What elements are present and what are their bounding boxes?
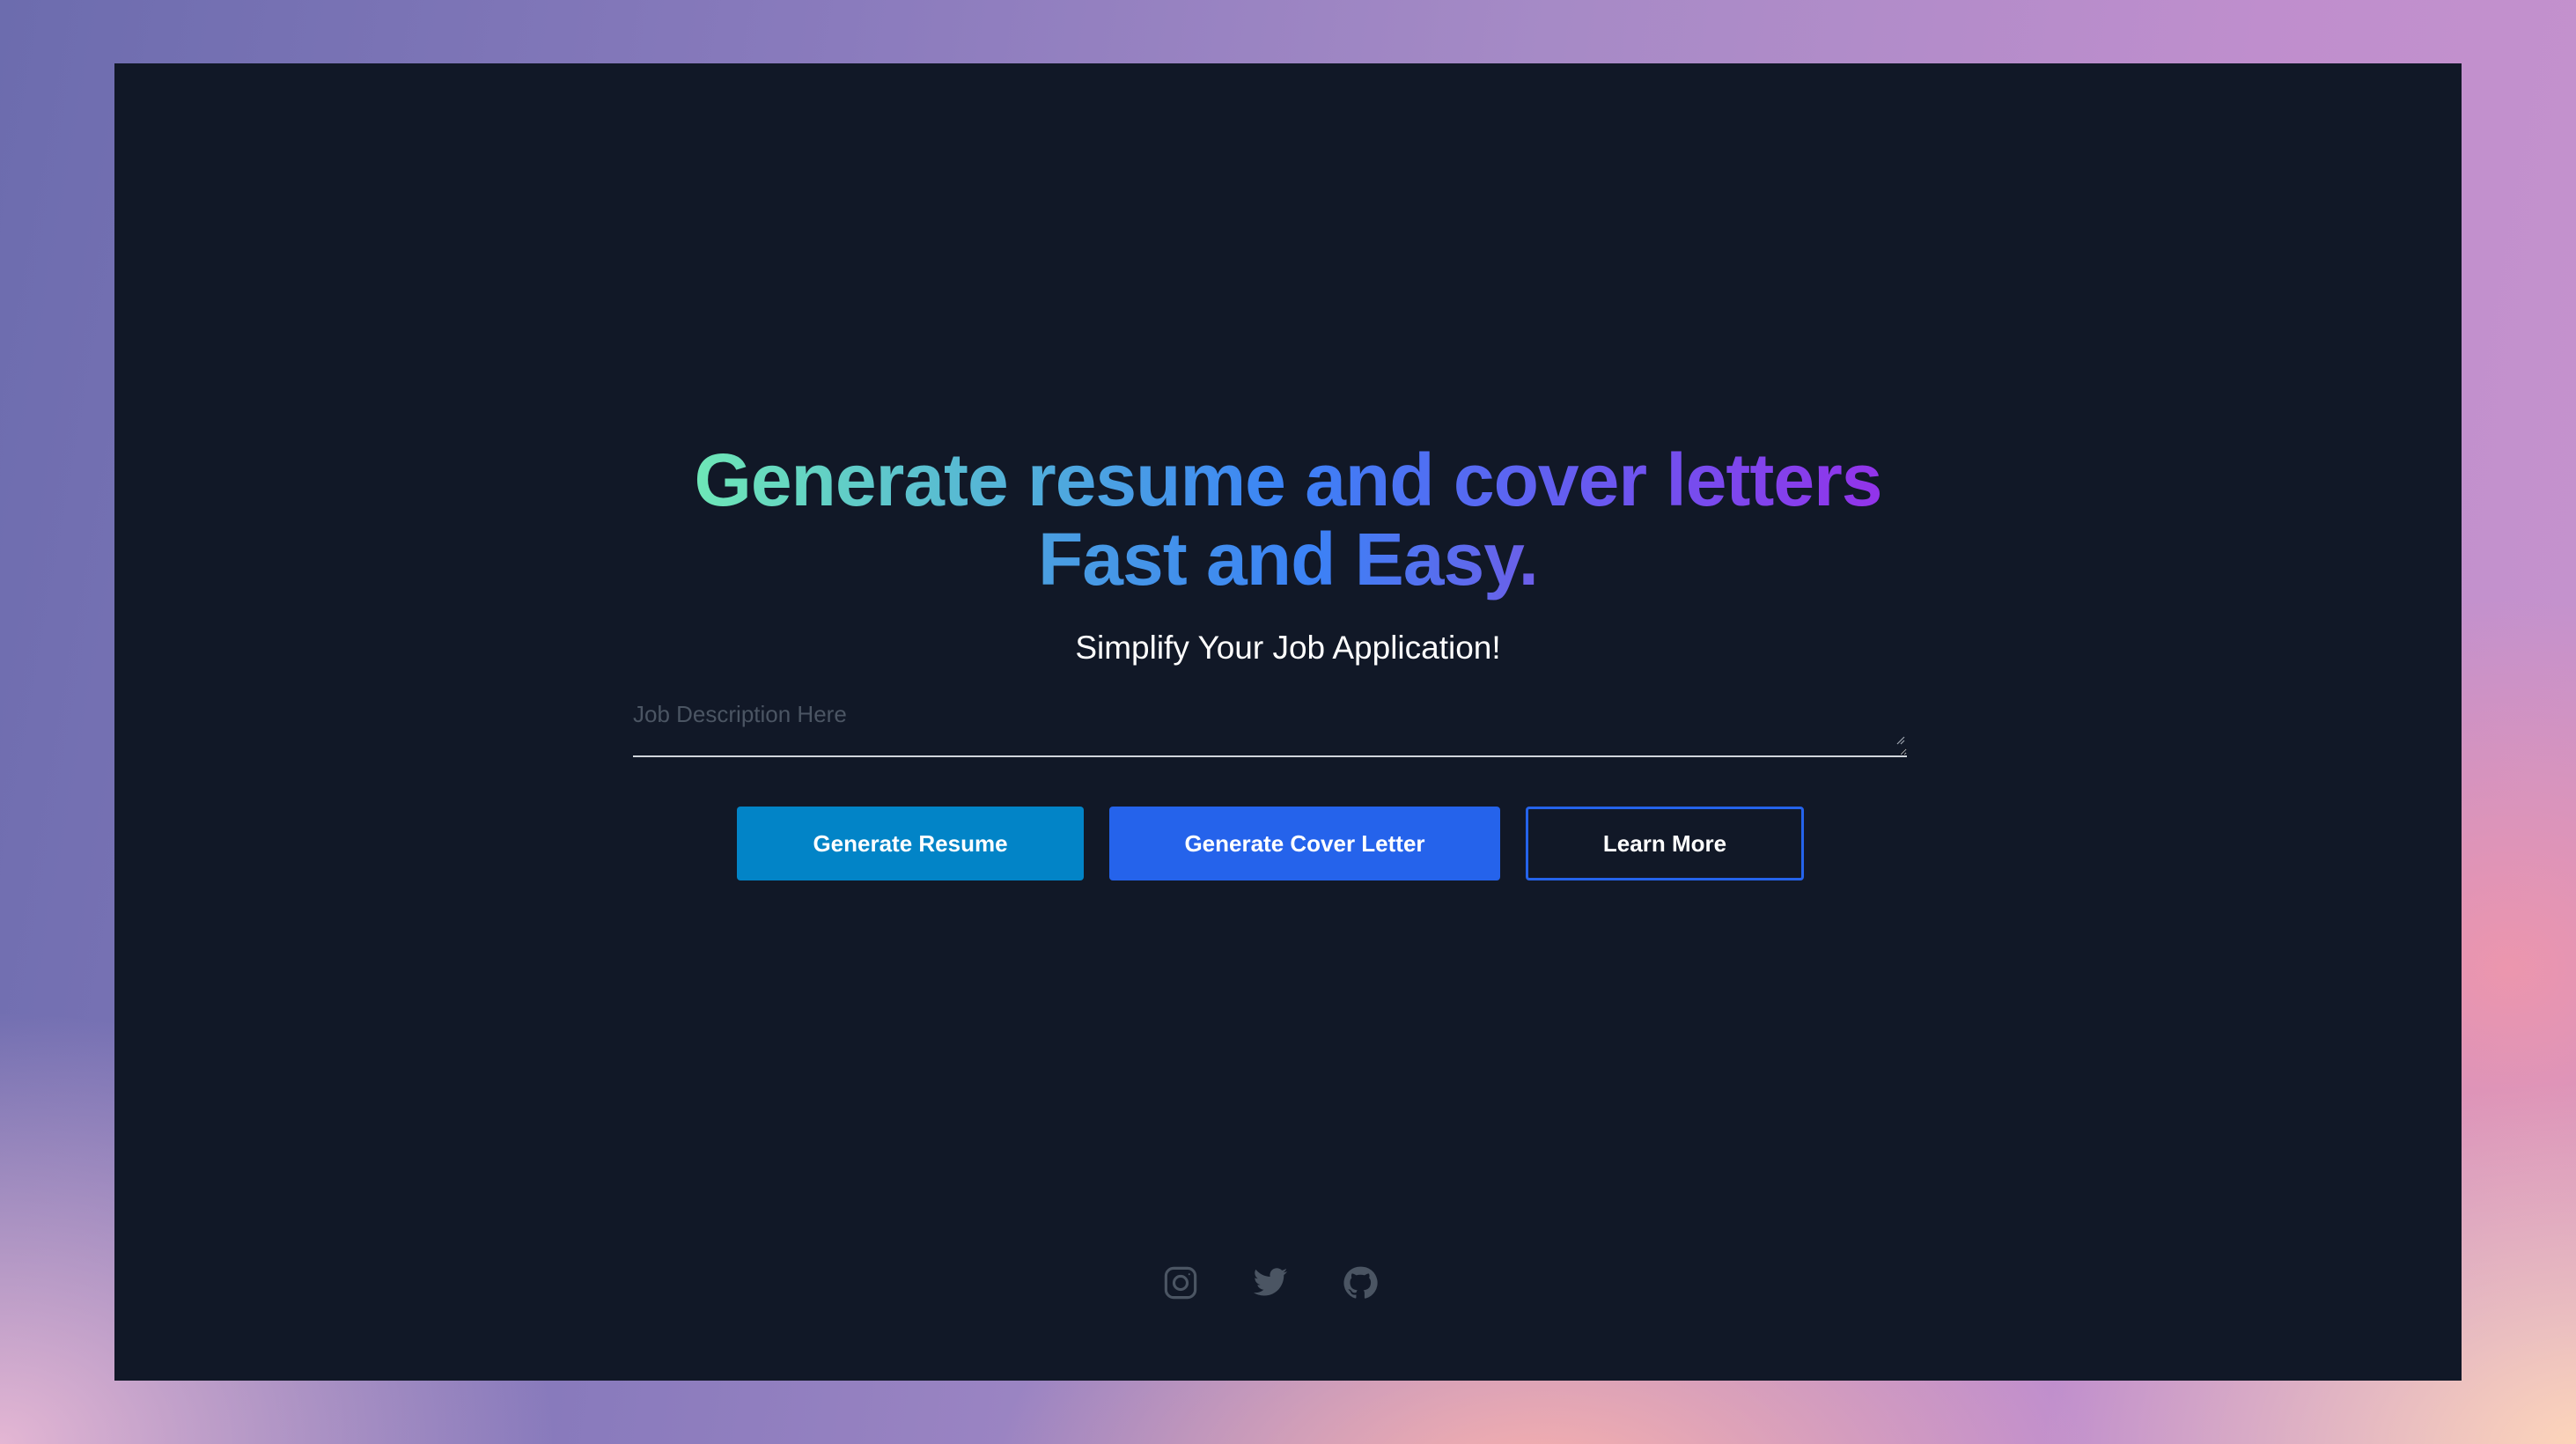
headline-line-2-text: Fast and Easy. [1037, 518, 1539, 600]
generate-resume-button[interactable]: Generate Resume [737, 807, 1084, 880]
twitter-icon[interactable] [1252, 1264, 1289, 1301]
job-description-field [633, 692, 1907, 757]
generate-resume-label: Generate Resume [813, 829, 1008, 857]
app-window: Generate resume and cover letters Fast a… [114, 63, 2462, 1381]
resize-handle-icon[interactable] [1895, 734, 1905, 745]
learn-more-button[interactable]: Learn More [1526, 807, 1804, 880]
subtitle: Simplify Your Job Application! [1075, 630, 1501, 666]
headline-line-1-text: Generate resume and cover letters [694, 438, 1883, 521]
social-links [114, 1264, 2462, 1303]
github-icon[interactable] [1342, 1264, 1379, 1301]
headline-line-1: Generate resume and cover letters [114, 440, 2462, 519]
generate-cover-letter-button[interactable]: Generate Cover Letter [1109, 807, 1500, 880]
instagram-icon[interactable] [1162, 1264, 1199, 1301]
job-description-input[interactable] [633, 692, 1907, 755]
generate-cover-letter-label: Generate Cover Letter [1184, 829, 1425, 857]
action-buttons: Generate Resume Generate Cover Letter Le… [114, 807, 2462, 880]
headline-line-2: Fast and Easy. [114, 519, 2462, 599]
learn-more-label: Learn More [1602, 829, 1727, 857]
